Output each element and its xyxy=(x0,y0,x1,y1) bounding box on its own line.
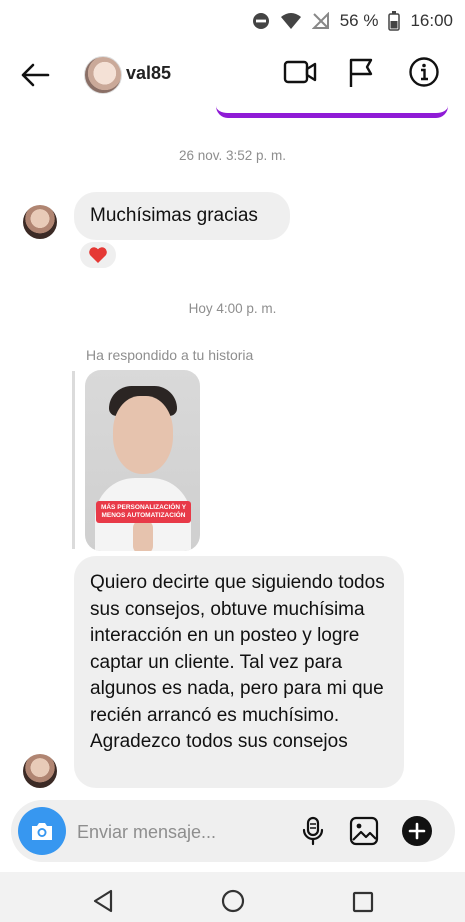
system-back-button[interactable] xyxy=(92,889,114,918)
gallery-icon xyxy=(349,816,379,846)
camera-icon xyxy=(32,823,52,840)
gallery-button[interactable] xyxy=(349,816,379,851)
story-caption: MÁS PERSONALIZACIÓN Y MENOS AUTOMATIZACI… xyxy=(96,501,191,524)
sender-avatar[interactable] xyxy=(23,754,57,788)
info-icon xyxy=(409,57,439,87)
status-bar: 56 % 16:00 xyxy=(0,0,465,42)
previous-message-bubble xyxy=(216,106,448,118)
wifi-icon xyxy=(280,12,302,30)
report-button[interactable] xyxy=(347,57,375,94)
triangle-back-icon xyxy=(93,889,113,913)
story-reply-label: Ha respondido a tu historia xyxy=(86,347,254,363)
square-recents-icon xyxy=(352,891,374,913)
back-button[interactable] xyxy=(18,58,52,92)
chat-header: val85 xyxy=(0,42,465,108)
system-home-button[interactable] xyxy=(221,889,245,918)
do-not-disturb-icon xyxy=(252,12,270,30)
heart-icon xyxy=(89,247,107,263)
avatar[interactable] xyxy=(84,56,122,94)
battery-icon xyxy=(388,11,401,31)
message-input[interactable] xyxy=(77,820,287,844)
username[interactable]: val85 xyxy=(126,63,171,84)
no-signal-icon xyxy=(311,12,330,30)
system-navigation-bar xyxy=(0,872,465,922)
video-call-button[interactable] xyxy=(283,58,317,91)
reply-indicator-line xyxy=(72,371,75,549)
sender-avatar[interactable] xyxy=(23,205,57,239)
story-thumbnail[interactable]: MÁS PERSONALIZACIÓN Y MENOS AUTOMATIZACI… xyxy=(85,370,200,551)
back-arrow-icon xyxy=(21,63,50,87)
timestamp: 26 nov. 3:52 p. m. xyxy=(178,148,287,163)
video-call-icon xyxy=(283,60,317,84)
timestamp: Hoy 4:00 p. m. xyxy=(188,301,277,316)
microphone-button[interactable] xyxy=(301,816,325,851)
message-bubble[interactable]: Quiero decirte que siguiendo todos sus c… xyxy=(74,556,404,788)
camera-button[interactable] xyxy=(18,807,66,855)
info-button[interactable] xyxy=(408,56,440,93)
message-composer xyxy=(11,800,455,862)
message-bubble[interactable]: Muchísimas gracias xyxy=(74,192,290,240)
plus-icon xyxy=(402,816,432,846)
flag-icon xyxy=(349,58,373,87)
clock: 16:00 xyxy=(410,11,453,30)
more-options-button[interactable] xyxy=(401,815,433,852)
system-recents-button[interactable] xyxy=(352,891,374,918)
battery-percent: 56 % xyxy=(339,11,379,30)
circle-home-icon xyxy=(221,889,245,913)
microphone-icon xyxy=(302,816,324,846)
reaction-badge[interactable] xyxy=(78,240,118,270)
